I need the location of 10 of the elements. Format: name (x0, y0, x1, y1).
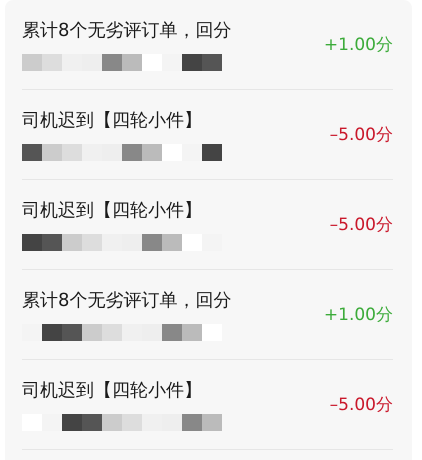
score-change: +1.00分 (324, 34, 393, 56)
record-title: 累计8个无劣评订单，回分 (22, 289, 232, 312)
score-change: –5.00分 (330, 214, 393, 236)
score-change: +1.00分 (324, 304, 393, 326)
record-title: 司机迟到【四轮小件】 (22, 379, 203, 402)
record-title: 司机迟到【四轮小件】 (22, 109, 203, 132)
score-change: –5.00分 (330, 394, 393, 416)
record-title: 司机迟到【四轮小件】 (22, 199, 203, 222)
score-change: –5.00分 (330, 124, 393, 146)
record-title: 累计8个无劣评订单，回分 (22, 19, 232, 42)
